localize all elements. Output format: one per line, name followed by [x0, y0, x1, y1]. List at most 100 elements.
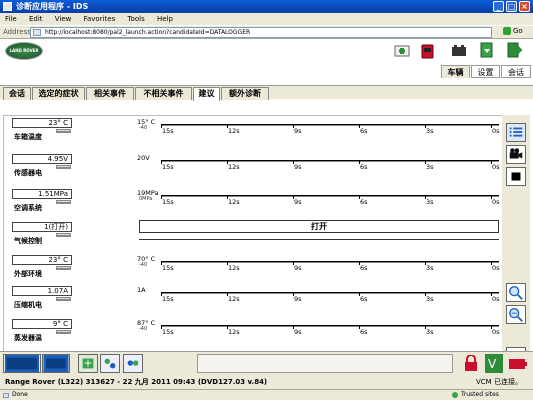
sensor-row: 1.51MPa 空调系统 19MPa 0MPa 15s 12s 9s 6s 3s 0s	[4, 188, 504, 218]
time-tick-label: 9s	[294, 163, 302, 171]
video-camera-icon[interactable]	[506, 145, 526, 164]
menu-file[interactable]: File	[5, 15, 17, 23]
chart-time-axis: 15s 12s 9s 6s 3s 0s	[161, 161, 500, 171]
chart-trace-line	[161, 124, 499, 126]
sensor-state-box: 打开	[139, 220, 499, 233]
menu-favorites[interactable]: Favorites	[84, 15, 116, 23]
app-icon	[3, 2, 12, 11]
sensor-trend-chart: 20V 15s 12s 9s 6s 3s 0s	[137, 154, 500, 171]
menu-tools[interactable]: Tools	[127, 15, 144, 23]
zoom-out-icon[interactable]	[506, 305, 526, 324]
tab-extra-diagnostics[interactable]: 额外诊断	[221, 87, 269, 100]
time-tick-label: 6s	[360, 198, 368, 206]
tab-session[interactable]: 会话	[501, 65, 531, 78]
panel-toggle-icon[interactable]	[42, 354, 70, 373]
go-arrow-icon	[503, 27, 511, 35]
sensor-scale-control[interactable]	[56, 165, 71, 169]
sensor-scale-control[interactable]	[56, 297, 71, 301]
sensor-row: 1(打开) 气候控制 打开	[4, 220, 504, 251]
sensor-row: 23° C 外部环境 70° C -40 15s 12s 9s 6s 3s 0s	[4, 254, 504, 284]
sensor-label: 传感器电	[14, 169, 42, 177]
left-panel-icon[interactable]	[3, 354, 41, 373]
state-trace-line	[139, 239, 499, 240]
tab-recommendation[interactable]: 建议	[193, 87, 220, 101]
page-icon	[33, 29, 41, 36]
close-button[interactable]: ×	[519, 1, 530, 12]
go-button[interactable]: Go	[503, 27, 523, 35]
sensor-trend-chart: 87° C -40 15s 12s 9s 6s 3s 0s	[137, 319, 500, 336]
lock-icon	[465, 355, 477, 371]
time-tick-label: 9s	[294, 328, 302, 336]
sensor-row: 1.07A 压缩机电 1A 15s 12s 9s 6s 3s 0s	[4, 285, 504, 315]
window-titlebar: 诊断应用程序 - IDS _ □ ×	[0, 0, 533, 13]
sensor-label: 气候控制	[14, 237, 42, 245]
time-tick-label: 3s	[426, 328, 434, 336]
time-tick-label: 0s	[492, 198, 500, 206]
connection-icon[interactable]	[123, 354, 143, 373]
tab-unrelated-events[interactable]: 不相关事件	[135, 87, 192, 100]
minimize-button[interactable]: _	[493, 1, 504, 12]
medical-kit-icon[interactable]	[393, 41, 411, 59]
sensor-trend-chart: 1A 15s 12s 9s 6s 3s 0s	[137, 286, 500, 303]
sensor-scale-control[interactable]	[56, 129, 71, 133]
exit-icon[interactable]	[505, 41, 523, 59]
time-tick-label: 15s	[162, 264, 174, 272]
tab-selected-symptoms[interactable]: 选定的症状	[32, 87, 85, 100]
tool-sidebar	[502, 115, 530, 373]
time-tick-label: 3s	[426, 127, 434, 135]
address-label: Address	[3, 28, 31, 36]
tools-icon[interactable]	[78, 354, 98, 373]
time-tick-label: 6s	[360, 264, 368, 272]
network-icon[interactable]	[100, 354, 120, 373]
zoom-in-icon[interactable]	[506, 283, 526, 302]
sensor-scale-control[interactable]	[56, 330, 71, 334]
time-tick-label: 12s	[228, 127, 240, 135]
fuel-can-icon[interactable]	[420, 41, 436, 59]
chart-y-max-label: 20V	[137, 154, 150, 162]
time-tick-label: 12s	[228, 295, 240, 303]
tab-related-events[interactable]: 相关事件	[86, 87, 134, 100]
address-url: http://localhost:8080/pal2_launch.action…	[45, 29, 251, 36]
stop-icon[interactable]	[506, 167, 526, 186]
sensor-row: 23° C 车箱温度 15° C -40 15s 12s 9s 6s 3s 0s	[4, 117, 504, 147]
message-box	[197, 354, 453, 373]
chart-trace-line	[161, 195, 499, 197]
vcm-connected-icon[interactable]: V	[485, 354, 503, 373]
sensor-scale-control[interactable]	[56, 233, 71, 237]
trusted-sites-icon	[452, 392, 458, 398]
tab-conversation[interactable]: 会话	[3, 87, 31, 100]
menu-bar: File Edit View Favorites Tools Help	[0, 13, 533, 25]
list-view-icon[interactable]	[506, 123, 526, 142]
sensor-value: 1(打开)	[12, 222, 72, 232]
bottom-toolbar: V	[0, 351, 533, 375]
time-tick-label: 0s	[492, 127, 500, 135]
svg-text:V: V	[488, 357, 497, 371]
chart-trace-line	[161, 292, 499, 294]
maximize-button[interactable]: □	[506, 1, 517, 12]
sensor-scale-control[interactable]	[56, 266, 71, 270]
address-input[interactable]: http://localhost:8080/pal2_launch.action…	[30, 27, 492, 38]
time-tick-label: 12s	[228, 264, 240, 272]
menu-view[interactable]: View	[55, 15, 72, 23]
chart-trace-line	[161, 325, 499, 327]
tab-settings[interactable]: 设置	[471, 65, 500, 78]
browser-status-bar: Done Trusted sites	[0, 389, 533, 400]
address-bar: Address http://localhost:8080/pal2_launc…	[0, 25, 533, 39]
menu-edit[interactable]: Edit	[29, 15, 43, 23]
vehicle-battery-icon	[509, 359, 527, 369]
time-tick-label: 3s	[426, 264, 434, 272]
chart-y-min-label: -40	[139, 262, 148, 268]
page-status-icon	[3, 393, 9, 398]
time-tick-label: 12s	[228, 198, 240, 206]
battery-icon[interactable]	[450, 41, 468, 59]
menu-help[interactable]: Help	[157, 15, 173, 23]
tab-vehicle[interactable]: 车辆	[441, 65, 470, 78]
chart-time-axis: 15s 12s 9s 6s 3s 0s	[161, 293, 500, 303]
time-tick-label: 3s	[426, 295, 434, 303]
land-rover-logo: LAND ROVER	[5, 42, 43, 60]
sensor-value: 4.95V	[12, 154, 72, 164]
chart-trace-line	[161, 160, 499, 162]
sensor-scale-control[interactable]	[56, 200, 71, 204]
tab-bar: 会话 选定的症状 相关事件 不相关事件 建议 额外诊断	[0, 85, 533, 101]
document-download-icon[interactable]	[478, 41, 496, 59]
